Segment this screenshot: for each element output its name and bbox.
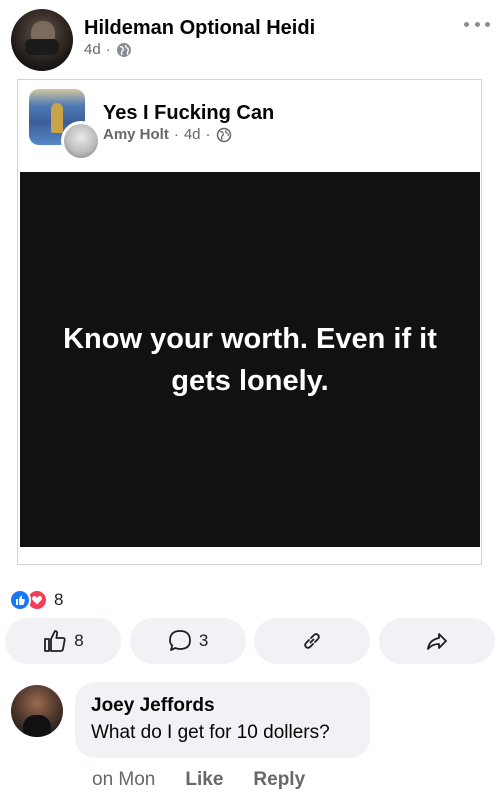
globe-icon bbox=[216, 127, 231, 142]
action-bar: 8 3 bbox=[5, 618, 495, 666]
commenter-avatar[interactable] bbox=[11, 685, 63, 737]
comment-icon bbox=[169, 630, 191, 651]
reactions-summary[interactable]: 8 bbox=[9, 588, 63, 612]
group-avatar-figure bbox=[51, 103, 63, 133]
reaction-count: 8 bbox=[54, 590, 64, 609]
comment-actions: on Mon Like Reply bbox=[92, 769, 305, 791]
shared-author-name[interactable]: Amy Holt bbox=[103, 126, 169, 143]
comment-time[interactable]: on Mon bbox=[92, 769, 155, 791]
shared-author-avatar-image bbox=[64, 124, 98, 158]
thumbs-up-icon bbox=[44, 630, 66, 652]
quote-text: Know your worth. Even if it gets lonely. bbox=[63, 322, 437, 397]
author-name[interactable]: Hildeman Optional Heidi bbox=[84, 16, 315, 40]
commenter-name[interactable]: Joey Jeffords bbox=[91, 694, 354, 717]
shared-author-avatar[interactable] bbox=[61, 121, 101, 161]
shared-post-card[interactable]: Yes I Fucking Can Amy Holt · 4d · Know y… bbox=[17, 79, 482, 565]
share-button[interactable] bbox=[378, 618, 495, 664]
share-icon bbox=[427, 633, 447, 650]
author-avatar[interactable] bbox=[11, 9, 73, 71]
meta-separator: · bbox=[105, 41, 111, 58]
comment-like-button[interactable]: Like bbox=[185, 769, 223, 791]
quote-image[interactable]: Know your worth. Even if it gets lonely. bbox=[20, 172, 480, 547]
dot bbox=[464, 21, 469, 27]
like-reaction-icon bbox=[9, 589, 31, 611]
avatar-mask bbox=[25, 39, 59, 55]
shared-meta: Amy Holt · 4d · bbox=[103, 126, 232, 143]
post-time[interactable]: 4d bbox=[84, 41, 101, 58]
comment-bubble[interactable]: Joey Jeffords What do I get for 10 dolle… bbox=[75, 682, 370, 758]
meta-separator: · bbox=[173, 126, 179, 143]
copy-link-button[interactable] bbox=[254, 618, 371, 664]
comment-button[interactable]: 3 bbox=[129, 618, 246, 664]
post-meta: 4d · bbox=[84, 41, 132, 58]
globe-icon bbox=[116, 42, 131, 57]
commenter-avatar-shirt bbox=[23, 715, 51, 737]
dot bbox=[485, 21, 490, 27]
post-header: Hildeman Optional Heidi 4d · bbox=[0, 0, 500, 78]
dot bbox=[474, 21, 480, 27]
like-count: 8 bbox=[74, 631, 84, 650]
comment-reply-button[interactable]: Reply bbox=[253, 769, 305, 791]
comment-count: 3 bbox=[198, 631, 209, 650]
like-button[interactable]: 8 bbox=[5, 618, 121, 664]
shared-post-header: Yes I Fucking Can Amy Holt · 4d · bbox=[18, 80, 481, 173]
meta-separator: · bbox=[205, 126, 211, 143]
more-options-icon[interactable] bbox=[464, 14, 490, 34]
shared-post-time[interactable]: 4d bbox=[184, 126, 201, 143]
group-name[interactable]: Yes I Fucking Can bbox=[103, 101, 274, 125]
comment-text: What do I get for 10 dollers? bbox=[91, 722, 330, 743]
link-icon bbox=[304, 633, 321, 649]
